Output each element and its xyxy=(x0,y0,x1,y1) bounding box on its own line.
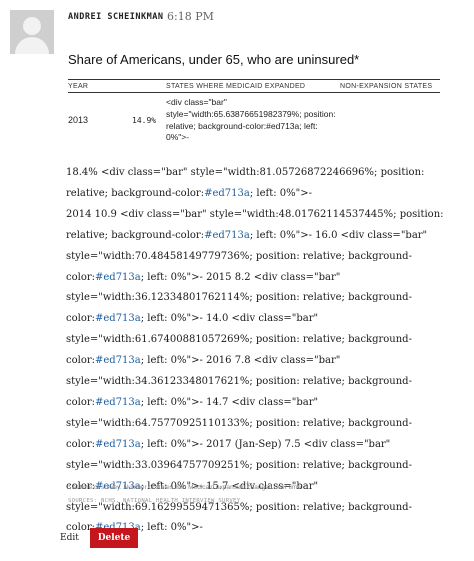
raw-markup-line: color:#ed713a; left: 0%">- 2015 8.2 <div… xyxy=(66,271,341,283)
hex-color-text: #ed713a xyxy=(95,438,141,450)
row-value: 14.9% xyxy=(132,116,157,125)
hex-color-text: #ed713a xyxy=(95,355,141,367)
raw-markup-line: style="width:34.36123348017621%; positio… xyxy=(66,376,412,388)
column-header-year: YEAR xyxy=(68,83,89,90)
hex-color-text: #ed713a xyxy=(204,187,250,199)
sources: SOURCES: NCHS, NATIONAL HEALTH INTERVIEW… xyxy=(68,498,241,504)
table-header: YEAR STATES WHERE MEDICAID EXPANDED NON-… xyxy=(68,79,440,93)
avatar xyxy=(10,10,54,54)
raw-markup-line: style="width:61.67400881057269%; positio… xyxy=(66,334,412,346)
delete-button[interactable]: Delete xyxy=(90,528,138,548)
hex-color-text: #ed713a xyxy=(95,396,141,408)
edit-link[interactable]: Edit xyxy=(60,533,79,543)
raw-markup-line: relative; background-color:#ed713a; left… xyxy=(66,229,428,241)
raw-markup-line: color:#ed713a; left: 0%">- 2017 (Jan-Sep… xyxy=(66,438,391,450)
hex-color-text: #ed713a xyxy=(95,271,141,283)
raw-markup-line: relative; background-color:#ed713a; left… xyxy=(66,187,312,199)
raw-markup-line: 18.4% <div class="bar" style="width:81.0… xyxy=(66,167,425,178)
raw-markup-line: style="width:33.03964757709251%; positio… xyxy=(66,459,412,471)
raw-markup-line: style="width:64.75770925110133%; positio… xyxy=(66,417,412,429)
raw-markup-text: 18.4% <div class="bar" style="width:81.0… xyxy=(66,163,461,539)
comment-author[interactable]: ANDREI SCHEINKMAN xyxy=(68,12,164,22)
raw-markup-line: 2014 10.9 <div class="bar" style="width:… xyxy=(66,208,444,220)
row-raw-markup: <div class="bar" style="width:65.6387665… xyxy=(166,97,336,143)
avatar-placeholder-head xyxy=(23,17,41,35)
hex-color-text: #ed713a xyxy=(204,229,250,241)
comment-time: 6:18 PM xyxy=(167,10,214,23)
raw-markup-line: style="width:36.12334801762114%; positio… xyxy=(66,292,412,304)
column-header-expanded: STATES WHERE MEDICAID EXPANDED xyxy=(166,83,306,90)
raw-markup-line: color:#ed713a; left: 0%">- 14.0 <div cla… xyxy=(66,313,319,325)
column-header-non-expansion: NON-EXPANSION STATES xyxy=(340,83,433,90)
hex-color-text: #ed713a xyxy=(95,313,141,325)
raw-markup-line: style="width:70.48458149779736%; positio… xyxy=(66,250,412,262)
chart-title: Share of Americans, under 65, who are un… xyxy=(68,52,360,67)
row-year: 2013 xyxy=(68,115,89,125)
raw-markup-line: color:#ed713a; left: 0%">- 2016 7.8 <div… xyxy=(66,355,341,367)
raw-markup-line: color:#ed713a; left: 0%">- 14.7 <div cla… xyxy=(66,396,319,408)
footnote: * At time of survey. Number of states wi… xyxy=(68,484,303,491)
avatar-placeholder-body xyxy=(15,37,49,54)
